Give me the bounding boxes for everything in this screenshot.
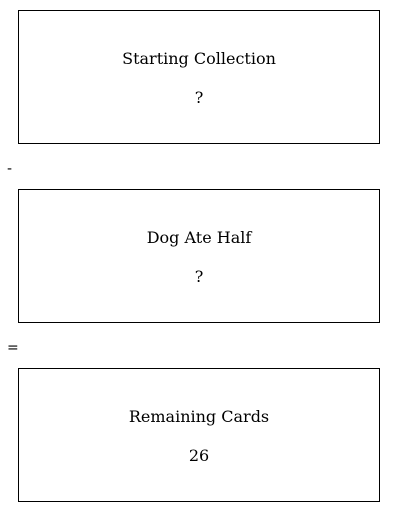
- box-value: ?: [194, 88, 204, 107]
- dog-ate-half-box: Dog Ate Half ?: [18, 189, 380, 323]
- starting-collection-box: Starting Collection ?: [18, 10, 380, 144]
- remaining-cards-box: Remaining Cards 26: [18, 368, 380, 502]
- equals-operator: =: [7, 340, 19, 356]
- minus-operator: -: [7, 161, 13, 177]
- box-value: 26: [188, 446, 210, 465]
- box-label: Starting Collection: [122, 49, 276, 68]
- box-value: ?: [194, 267, 204, 286]
- box-label: Remaining Cards: [128, 407, 270, 426]
- box-label: Dog Ate Half: [146, 228, 252, 247]
